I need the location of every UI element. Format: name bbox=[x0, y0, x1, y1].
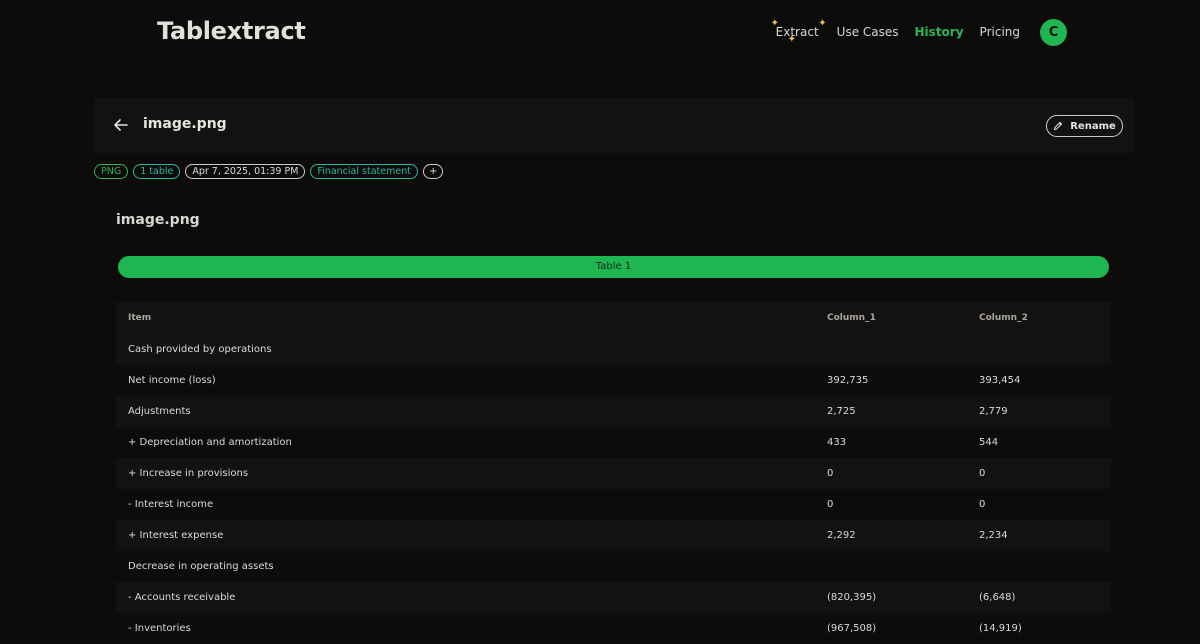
column-header[interactable]: Item bbox=[116, 313, 816, 323]
nav-use-cases[interactable]: Use Cases bbox=[837, 25, 899, 39]
rename-label: Rename bbox=[1070, 120, 1116, 132]
column-header[interactable]: Column_2 bbox=[968, 313, 1111, 323]
table-row: Cash provided by operations bbox=[116, 334, 1111, 365]
add-tag-button[interactable]: + bbox=[422, 164, 444, 179]
nav-extract-label: Extract bbox=[775, 25, 819, 39]
nav-history[interactable]: History bbox=[915, 25, 964, 39]
extracted-table: Item Column_1 Column_2 Cash provided by … bbox=[116, 302, 1111, 644]
sparkle-icon: ✦ bbox=[770, 18, 780, 29]
table-row: Net income (loss) 392,735 393,454 bbox=[116, 365, 1111, 396]
table-cell: 0 bbox=[979, 499, 986, 510]
table-cell: 393,454 bbox=[979, 375, 1021, 386]
table-cell: 0 bbox=[827, 468, 834, 479]
table-row: Decrease in operating assets bbox=[116, 551, 1111, 582]
table-cell: - Accounts receivable bbox=[128, 592, 236, 603]
sparkle-icon: ✦ bbox=[787, 34, 797, 45]
nav-pricing[interactable]: Pricing bbox=[980, 25, 1020, 39]
tag-category[interactable]: Financial statement bbox=[310, 164, 418, 179]
pencil-icon bbox=[1054, 121, 1063, 131]
table-row: - Inventories (967,508) (14,919) bbox=[116, 613, 1111, 644]
table-tab[interactable]: Table 1 bbox=[118, 256, 1109, 278]
table-cell: + Increase in provisions bbox=[128, 468, 249, 479]
table-cell: 392,735 bbox=[827, 375, 869, 386]
table-cell: + Interest expense bbox=[128, 530, 224, 541]
table-cell: Decrease in operating assets bbox=[128, 561, 274, 572]
file-title: image.png bbox=[143, 116, 227, 132]
tag-table-count[interactable]: 1 table bbox=[133, 164, 181, 179]
table-cell: 544 bbox=[979, 437, 999, 448]
nav-extract[interactable]: ✦ ✦ ✦ Extract bbox=[771, 19, 827, 45]
document-title: image.png bbox=[116, 212, 200, 228]
top-nav: Tablextract ✦ ✦ ✦ Extract Use Cases Hist… bbox=[0, 0, 1200, 64]
table-cell: 2,779 bbox=[979, 406, 1008, 417]
table-cell: 2,292 bbox=[827, 530, 856, 541]
table-cell: 433 bbox=[827, 437, 847, 448]
table-cell: Adjustments bbox=[128, 406, 191, 417]
table-cell: 0 bbox=[827, 499, 834, 510]
table-cell: (820,395) bbox=[827, 592, 877, 603]
table-cell: Cash provided by operations bbox=[128, 344, 272, 355]
back-arrow-icon[interactable] bbox=[113, 117, 129, 133]
sparkle-icon: ✦ bbox=[818, 18, 827, 29]
table-header-row: Item Column_1 Column_2 bbox=[116, 302, 1111, 334]
column-header[interactable]: Column_1 bbox=[816, 313, 968, 323]
tag-format[interactable]: PNG bbox=[94, 164, 129, 179]
table-row: - Accounts receivable (820,395) (6,648) bbox=[116, 582, 1111, 613]
table-cell: - Inventories bbox=[128, 623, 191, 634]
tag-date[interactable]: Apr 7, 2025, 01:39 PM bbox=[185, 164, 306, 179]
table-cell: (967,508) bbox=[827, 623, 877, 634]
table-cell: (6,648) bbox=[979, 592, 1016, 603]
rename-button[interactable]: Rename bbox=[1046, 115, 1123, 137]
table-cell: 0 bbox=[979, 468, 986, 479]
table-cell: 2,725 bbox=[827, 406, 856, 417]
table-cell: Net income (loss) bbox=[128, 375, 216, 386]
table-cell: (14,919) bbox=[979, 623, 1022, 634]
table-row: Adjustments 2,725 2,779 bbox=[116, 396, 1111, 427]
nav-links: ✦ ✦ ✦ Extract Use Cases History Pricing … bbox=[771, 18, 1067, 46]
user-avatar[interactable]: C bbox=[1040, 18, 1067, 46]
table-cell: + Depreciation and amortization bbox=[128, 437, 292, 448]
file-tags: PNG 1 table Apr 7, 2025, 01:39 PM Financ… bbox=[94, 164, 444, 179]
table-row: + Increase in provisions 0 0 bbox=[116, 458, 1111, 489]
table-row: + Interest expense 2,292 2,234 bbox=[116, 520, 1111, 551]
table-cell: - Interest income bbox=[128, 499, 214, 510]
table-row: - Interest income 0 0 bbox=[116, 489, 1111, 520]
brand-logo[interactable]: Tablextract bbox=[157, 17, 306, 45]
table-row: + Depreciation and amortization 433 544 bbox=[116, 427, 1111, 458]
table-cell: 2,234 bbox=[979, 530, 1008, 541]
file-header: image.png Rename bbox=[94, 98, 1134, 153]
